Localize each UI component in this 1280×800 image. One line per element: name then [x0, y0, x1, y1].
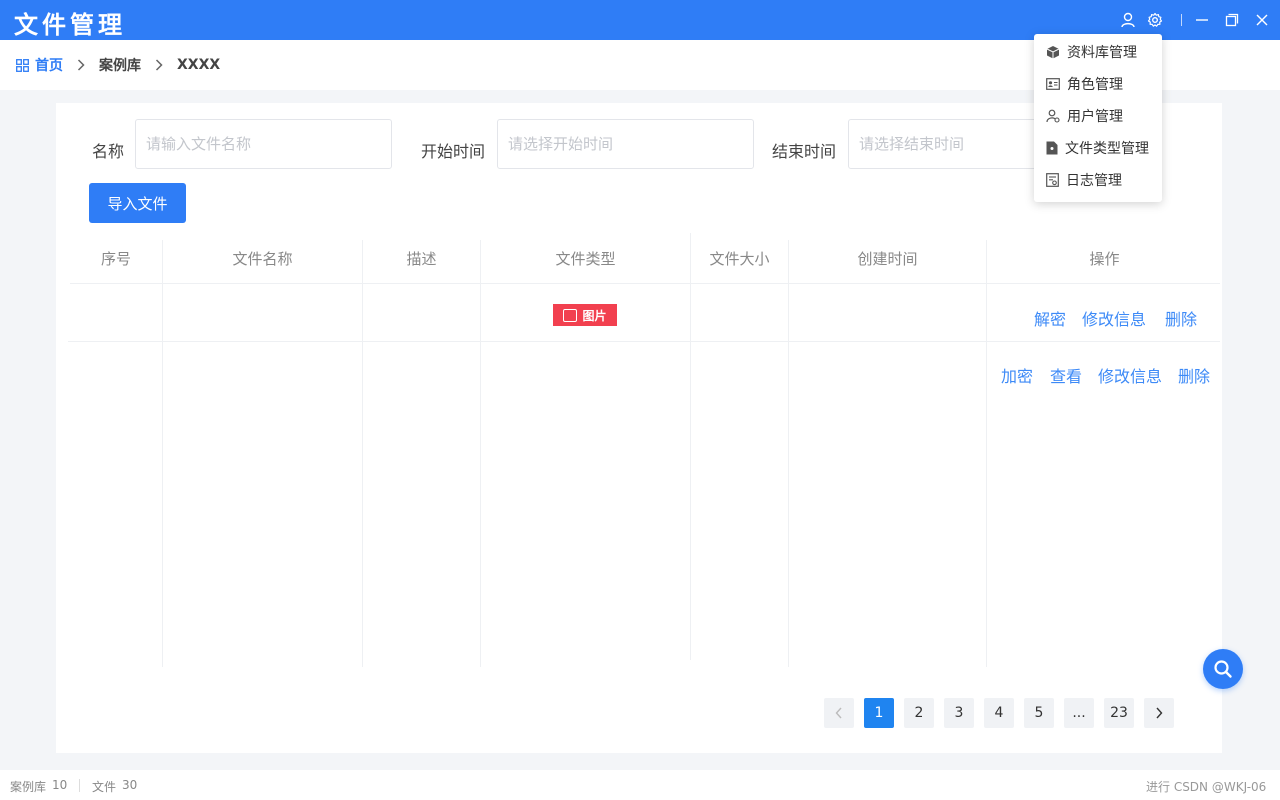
name-filter-label: 名称: [92, 142, 125, 161]
user-gear-icon: [1046, 109, 1060, 123]
floating-search-button[interactable]: [1203, 649, 1243, 689]
status-bar: 案例库 10 文件 30 进行 CSDN @WKJ-06: [0, 770, 1280, 800]
page-button-1[interactable]: 1: [864, 698, 894, 728]
file-type-badge: 图片: [553, 304, 617, 326]
column-header-created-time: 创建时间: [857, 250, 918, 268]
view-link[interactable]: 查看: [1050, 363, 1082, 387]
column-divider: [788, 240, 789, 667]
column-header-index: 序号: [100, 250, 131, 268]
status-divider: [79, 779, 80, 792]
column-header-file-type: 文件类型: [555, 250, 616, 268]
file-type-icon: [1046, 141, 1058, 155]
column-divider: [480, 240, 481, 667]
edit-info-link[interactable]: 修改信息: [1098, 363, 1162, 387]
name-search-input[interactable]: [135, 119, 392, 169]
start-time-label: 开始时间: [421, 142, 486, 161]
settings-icon[interactable]: [1145, 10, 1165, 30]
file-count-label: 文件: [92, 780, 117, 794]
chevron-right-icon: [77, 59, 85, 71]
search-icon: [1214, 660, 1232, 678]
menu-item-log-management[interactable]: 日志管理: [1034, 164, 1162, 196]
user-icon[interactable]: [1118, 10, 1138, 30]
breadcrumb-item-cases[interactable]: 案例库: [99, 55, 141, 75]
next-page-button[interactable]: [1144, 698, 1174, 728]
page-button-23[interactable]: 23: [1104, 698, 1134, 728]
menu-item-label: 日志管理: [1066, 173, 1122, 189]
breadcrumb-home-label: 首页: [35, 58, 63, 74]
status-watermark: 进行 CSDN @WKJ-06: [1146, 780, 1267, 794]
header-divider: [70, 283, 1220, 284]
close-icon[interactable]: [1252, 10, 1272, 30]
log-icon: [1046, 173, 1059, 187]
settings-dropdown-menu: 资料库管理 角色管理 用户管理 文件类型管理 日志管理: [1034, 34, 1162, 202]
file-count-value: 30: [122, 778, 138, 792]
edit-info-link[interactable]: 修改信息: [1082, 306, 1146, 330]
cube-icon: [1046, 46, 1060, 59]
page-button-4[interactable]: 4: [984, 698, 1014, 728]
column-header-file-size: 文件大小: [709, 250, 770, 268]
menu-item-label: 文件类型管理: [1065, 141, 1149, 157]
case-count-label: 案例库: [10, 780, 47, 794]
column-header-description: 描述: [406, 250, 437, 268]
chevron-left-icon: [835, 707, 842, 719]
case-count-value: 10: [52, 778, 68, 792]
column-divider: [690, 233, 691, 660]
chevron-right-icon: [155, 59, 163, 71]
menu-item-file-type-management[interactable]: 文件类型管理: [1034, 132, 1162, 164]
menu-item-role-management[interactable]: 角色管理: [1034, 68, 1162, 100]
end-time-label: 结束时间: [772, 142, 837, 161]
column-divider: [986, 240, 987, 667]
titlebar-divider: [1181, 14, 1182, 26]
column-divider: [162, 240, 163, 667]
chevron-right-icon: [1156, 707, 1163, 719]
import-file-button[interactable]: 导入文件: [89, 183, 186, 223]
page-button-2[interactable]: 2: [904, 698, 934, 728]
column-header-file-name: 文件名称: [232, 250, 293, 268]
menu-item-user-management[interactable]: 用户管理: [1034, 100, 1162, 132]
app-title: 文件管理: [14, 10, 126, 39]
image-file-icon: [563, 308, 578, 322]
menu-item-library-management[interactable]: 资料库管理: [1034, 36, 1162, 68]
encrypt-link[interactable]: 加密: [1001, 363, 1033, 387]
column-divider: [362, 240, 363, 667]
page-ellipsis[interactable]: ...: [1064, 698, 1094, 728]
menu-item-label: 用户管理: [1067, 109, 1123, 125]
id-card-icon: [1046, 78, 1060, 90]
maximize-icon[interactable]: [1222, 10, 1242, 30]
column-header-actions: 操作: [1089, 250, 1120, 268]
decrypt-link[interactable]: 解密: [1034, 306, 1066, 330]
row-divider: [68, 341, 1220, 342]
minimize-icon[interactable]: [1192, 10, 1212, 30]
page-button-5[interactable]: 5: [1024, 698, 1054, 728]
delete-link[interactable]: 删除: [1165, 306, 1197, 330]
menu-item-label: 资料库管理: [1067, 45, 1137, 61]
file-type-label: 图片: [582, 308, 607, 323]
breadcrumb-item-current: XXXX: [177, 57, 221, 73]
page-button-3[interactable]: 3: [944, 698, 974, 728]
menu-item-label: 角色管理: [1067, 77, 1123, 93]
delete-link[interactable]: 删除: [1178, 363, 1210, 387]
prev-page-button[interactable]: [824, 698, 854, 728]
breadcrumb-home[interactable]: 首页: [16, 55, 63, 75]
start-time-input[interactable]: [497, 119, 754, 169]
grid-icon: [16, 58, 29, 72]
